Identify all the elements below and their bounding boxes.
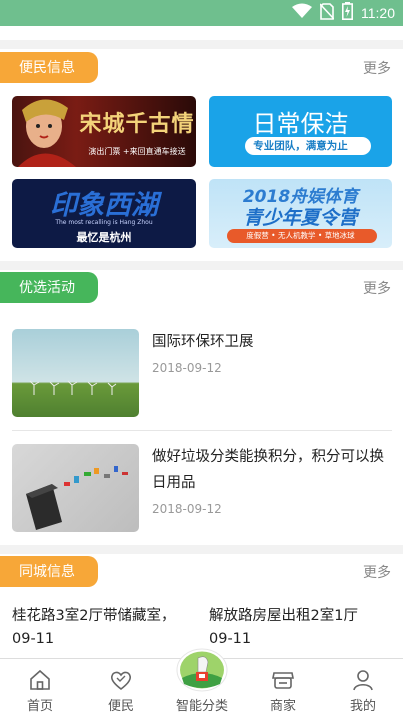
battery-charging-icon [342, 2, 353, 24]
smart-sort-icon[interactable] [176, 648, 228, 692]
divider [12, 430, 392, 431]
activity-title: 做好垃圾分类能换积分，积分可以换日用品 [152, 449, 384, 491]
nav-mine[interactable]: 我的 [323, 659, 403, 716]
banner-summer-camp-title2: 青少年夏令营 [243, 207, 358, 229]
banner-westlake[interactable]: 印象西湖 The most recalling is Hang Zhou 最忆是… [12, 179, 196, 248]
convenience-more-link[interactable]: 更多 [363, 58, 391, 78]
nav-merchants[interactable]: 商家 [243, 659, 323, 716]
performer-image [18, 99, 76, 167]
activities-more-link[interactable]: 更多 [363, 278, 391, 298]
city-item-title[interactable]: 桂花路3室2厅带储藏室， [12, 604, 175, 625]
city-tag: 同城信息 [0, 556, 98, 587]
city-item-title[interactable]: 解放路房屋出租2室1厅 [209, 604, 358, 625]
status-bar: 11:20 [0, 0, 403, 26]
wifi-icon [292, 3, 312, 23]
trash-sorting-image [12, 444, 139, 532]
banner-songcheng[interactable]: 宋城千古情 演出门票 +来回直通车接送 [12, 96, 196, 167]
activity-item[interactable]: 做好垃圾分类能换积分，积分可以换日用品 2018-09-12 [12, 444, 392, 532]
nav-home-label: 首页 [26, 699, 53, 714]
activity-date: 2018-09-12 [152, 502, 222, 516]
banner-westlake-title: 印象西湖 [50, 190, 158, 221]
banner-summer-camp[interactable]: 2018舟娱体育 青少年夏令营 度假营 • 无人机教学 • 草地冰球 [209, 179, 392, 248]
nav-mine-label: 我的 [349, 699, 376, 714]
activities-section: 优选活动 更多 国际环保环卫展 2018-09-12 做好垃圾分类能换积分，积分… [0, 270, 403, 545]
store-icon [271, 668, 295, 692]
status-time: 11:20 [361, 5, 395, 21]
home-icon [28, 668, 52, 692]
nav-convenience-label: 便民 [107, 699, 134, 714]
activity-date: 2018-09-12 [152, 361, 222, 375]
banner-westlake-tiny: The most recalling is Hang Zhou [55, 219, 153, 226]
activities-tag: 优选活动 [0, 272, 98, 303]
nav-merchants-label: 商家 [269, 699, 296, 714]
city-item-date: 09-11 [12, 631, 55, 647]
wind-farm-image [12, 329, 139, 417]
nav-smart-sort-label: 智能分类 [175, 699, 228, 714]
no-sim-icon [319, 2, 335, 24]
banner-songcheng-title: 宋城千古情 [79, 111, 195, 137]
convenience-section: 便民信息 更多 宋城千古情 演出门票 +来回直通车接送 日常保洁 专业团队，满意… [0, 49, 403, 261]
banner-cleaning-title: 日常保洁 [252, 110, 349, 138]
city-section: 同城信息 更多 桂花路3室2厅带储藏室， 09-11 解放路房屋出租2室1厅 0… [0, 554, 403, 658]
heart-icon [109, 668, 133, 692]
banner-cleaning-sub: 专业团队，满意为止 [253, 140, 348, 152]
banner-cleaning[interactable]: 日常保洁 专业团队，满意为止 [209, 96, 392, 167]
nav-home[interactable]: 首页 [0, 659, 80, 716]
city-more-link[interactable]: 更多 [363, 562, 391, 582]
city-item-date: 09-11 [209, 631, 252, 647]
banner-summer-camp-sub: 度假营 • 无人机教学 • 草地冰球 [246, 231, 355, 240]
user-icon [351, 668, 375, 692]
convenience-tag: 便民信息 [0, 52, 98, 83]
banner-westlake-sub: 最忆是杭州 [76, 231, 132, 244]
nav-convenience[interactable]: 便民 [81, 659, 161, 716]
top-strip [0, 26, 403, 40]
activity-item[interactable]: 国际环保环卫展 2018-09-12 [12, 329, 392, 417]
banner-songcheng-sub: 演出门票 +来回直通车接送 [88, 147, 186, 156]
activity-title: 国际环保环卫展 [152, 334, 254, 350]
